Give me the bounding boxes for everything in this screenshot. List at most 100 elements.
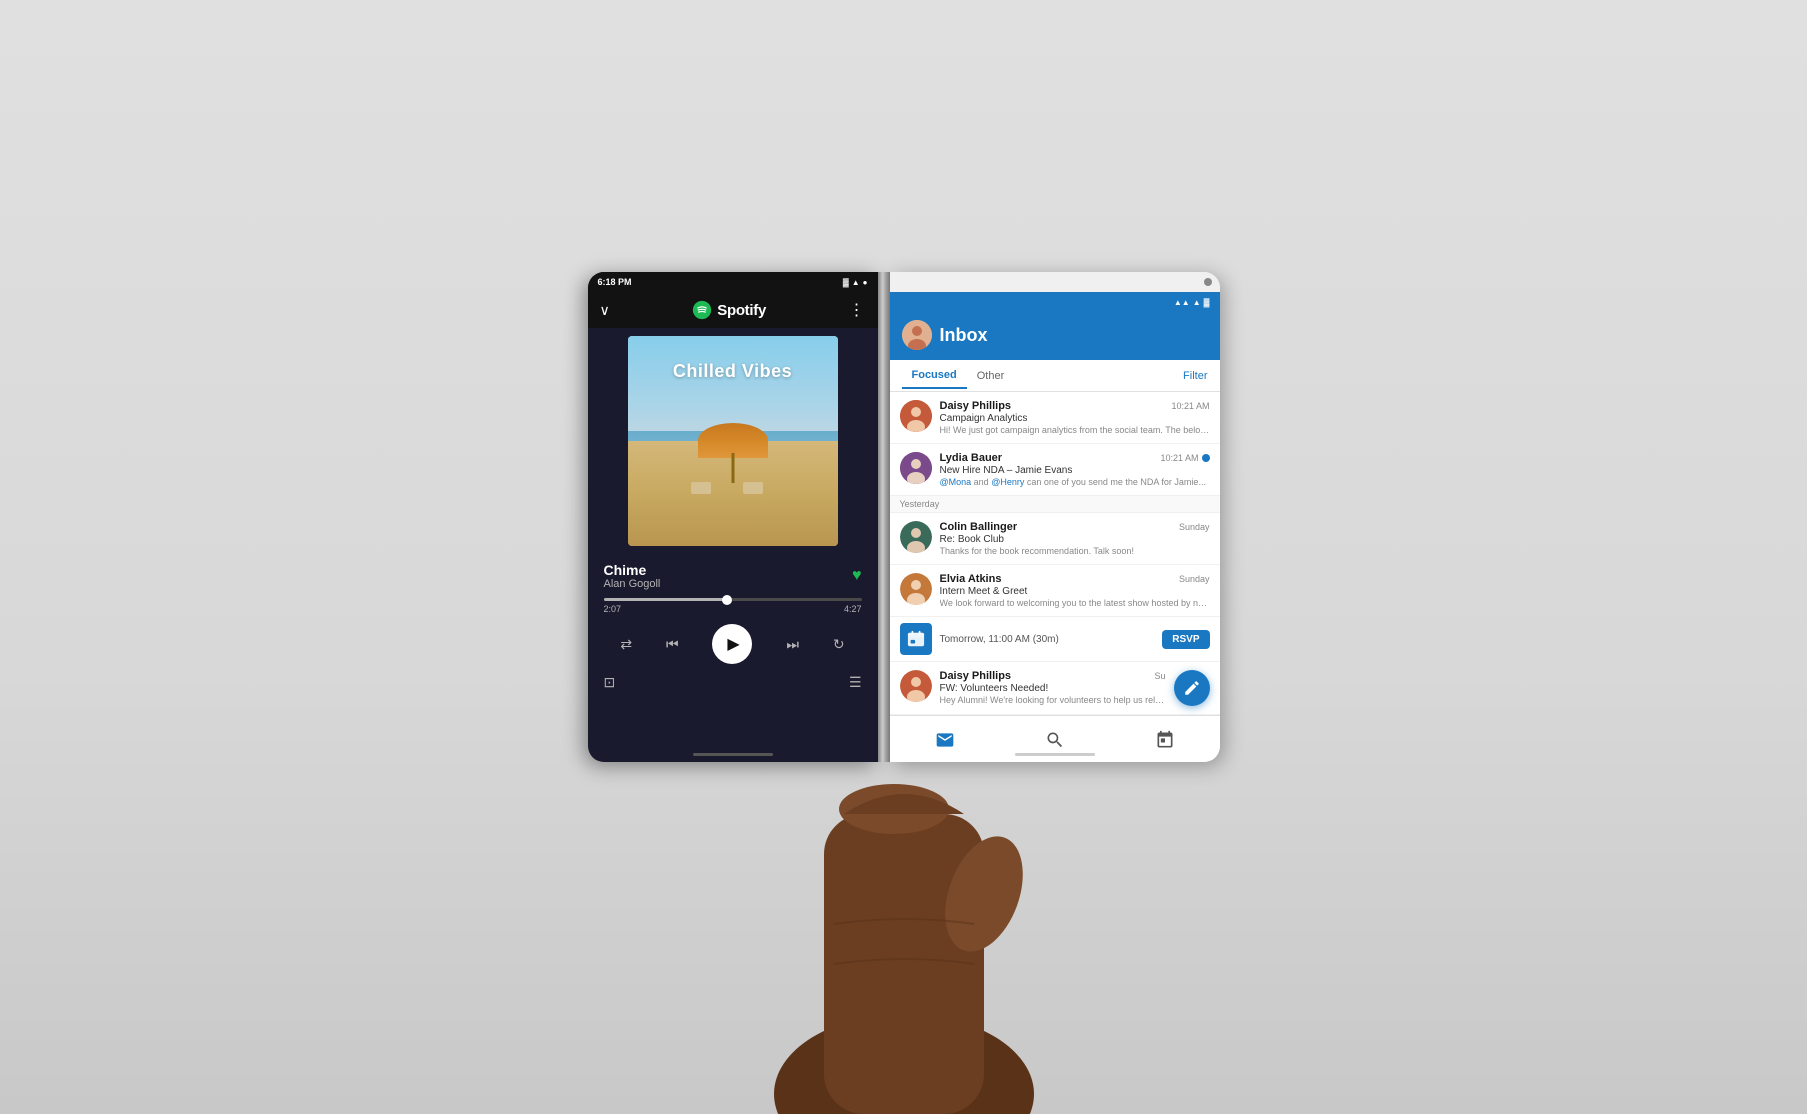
- email-time: Sunday: [1179, 574, 1210, 584]
- email-time: 10:21 AM: [1160, 453, 1209, 463]
- email-content: Colin Ballinger Sunday Re: Book Club Tha…: [940, 521, 1210, 556]
- chevron-down-icon[interactable]: ∨: [600, 302, 610, 319]
- beach-chair-left: [691, 482, 711, 494]
- devices-icon[interactable]: ⊡: [604, 674, 616, 691]
- email-preview: Hey Alumni! We're looking for volunteers…: [940, 695, 1166, 705]
- current-time: 2:07: [604, 604, 622, 614]
- email-avatar: [900, 400, 932, 432]
- inbox-user-avatar[interactable]: [902, 320, 932, 350]
- spotify-logo-text: Spotify: [717, 302, 766, 319]
- status-time: 6:18 PM: [598, 277, 632, 287]
- email-item[interactable]: Elvia Atkins Sunday Intern Meet & Greet …: [890, 565, 1220, 617]
- inbox-title: Inbox: [940, 325, 988, 346]
- email-sender: Lydia Bauer: [940, 452, 1003, 464]
- spotify-menu-icon[interactable]: ⋮: [848, 300, 865, 320]
- email-preview: We look forward to welcoming you to the …: [940, 598, 1210, 608]
- like-button[interactable]: ♥: [852, 567, 862, 585]
- nav-mail[interactable]: [935, 730, 955, 750]
- dual-screen-device: 6:18 PM ▓ ▲ ● ∨ Spotify: [588, 272, 1220, 762]
- email-item[interactable]: Colin Ballinger Sunday Re: Book Club Tha…: [890, 513, 1220, 565]
- email-subject: New Hire NDA – Jamie Evans: [940, 465, 1210, 476]
- progress-fill: [604, 598, 728, 601]
- playback-controls: ⇄ ⏮ ▶ ⏭ ↻: [588, 618, 878, 670]
- email-sender: Colin Ballinger: [940, 521, 1018, 533]
- play-pause-button[interactable]: ▶: [712, 624, 752, 664]
- email-sender: Daisy Phillips: [940, 400, 1012, 412]
- spotify-logo: Spotify: [692, 300, 766, 320]
- filter-button[interactable]: Filter: [1183, 370, 1207, 382]
- spotify-header: ∨ Spotify ⋮: [588, 292, 878, 328]
- compose-icon: [1183, 679, 1201, 697]
- calendar-icon: [900, 623, 932, 655]
- spotify-status-bar: 6:18 PM ▓ ▲ ●: [588, 272, 878, 292]
- progress-times: 2:07 4:27: [604, 604, 862, 614]
- email-preview: Thanks for the book recommendation. Talk…: [940, 546, 1210, 556]
- email-avatar: [900, 521, 932, 553]
- repeat-button[interactable]: ↻: [833, 636, 845, 653]
- progress-scrubber[interactable]: [722, 595, 732, 605]
- email-item[interactable]: Daisy Phillips 10:21 AM Campaign Analyti…: [890, 392, 1220, 444]
- device-hinge: [878, 272, 890, 762]
- inbox-header: Inbox: [890, 312, 1220, 360]
- progress-bar[interactable]: [604, 598, 862, 601]
- tab-focused[interactable]: Focused: [902, 363, 967, 389]
- home-indicator: [1015, 753, 1095, 756]
- queue-icon[interactable]: ☰: [849, 674, 862, 691]
- email-time: Sunday: [1179, 522, 1210, 532]
- wifi-icon: ▲: [852, 278, 860, 287]
- signal-bar-icon: ▲▲: [1174, 298, 1190, 307]
- shuffle-button[interactable]: ⇄: [620, 636, 632, 653]
- rsvp-button[interactable]: RSVP: [1162, 630, 1209, 649]
- track-info: Chime Alan Gogoll ♥: [588, 554, 878, 594]
- outlook-status-icons: ▲▲ ▲ ▓: [1174, 298, 1210, 307]
- signal-icon: ●: [863, 278, 868, 287]
- email-item[interactable]: Daisy Phillips Su FW: Volunteers Needed!…: [890, 662, 1220, 715]
- spotify-logo-icon: [692, 300, 712, 320]
- unread-dot: [1202, 454, 1210, 462]
- email-sender: Elvia Atkins: [940, 573, 1002, 585]
- battery-icon: ▓: [843, 278, 849, 287]
- email-sender: Daisy Phillips: [940, 670, 1012, 682]
- email-subject: Re: Book Club: [940, 534, 1210, 545]
- email-avatar: [900, 670, 932, 702]
- calendar-event-info: Tomorrow, 11:00 AM (30m): [940, 634, 1155, 645]
- nav-calendar[interactable]: [1155, 730, 1175, 750]
- email-time: Su: [1154, 671, 1165, 681]
- calendar-event-item[interactable]: Tomorrow, 11:00 AM (30m) RSVP: [890, 617, 1220, 662]
- compose-button[interactable]: [1174, 670, 1210, 706]
- email-content: Daisy Phillips 10:21 AM Campaign Analyti…: [940, 400, 1210, 435]
- email-list: Daisy Phillips 10:21 AM Campaign Analyti…: [890, 392, 1220, 715]
- email-subject: Campaign Analytics: [940, 413, 1210, 424]
- track-title: Chime: [604, 562, 661, 578]
- home-indicator: [693, 753, 773, 756]
- beach-umbrella: [698, 423, 768, 483]
- camera-dot: [1204, 278, 1212, 286]
- email-avatar: [900, 573, 932, 605]
- email-item[interactable]: Lydia Bauer 10:21 AM New Hire NDA – Jami…: [890, 444, 1220, 496]
- track-artist: Alan Gogoll: [604, 578, 661, 590]
- email-avatar: [900, 452, 932, 484]
- right-screen-outlook: ▲▲ ▲ ▓ Inbox Focused Oth: [890, 272, 1220, 762]
- left-screen-spotify: 6:18 PM ▓ ▲ ● ∨ Spotify: [588, 272, 878, 762]
- wifi-bar-icon: ▲: [1193, 298, 1201, 307]
- right-top-bar: [890, 272, 1220, 292]
- email-content: Daisy Phillips Su FW: Volunteers Needed!…: [940, 670, 1166, 705]
- inbox-tabs: Focused Other Filter: [890, 360, 1220, 392]
- progress-area[interactable]: 2:07 4:27: [588, 594, 878, 618]
- email-subject: Intern Meet & Greet: [940, 586, 1210, 597]
- email-content: Lydia Bauer 10:21 AM New Hire NDA – Jami…: [940, 452, 1210, 487]
- battery-bar-icon: ▓: [1204, 298, 1210, 307]
- nav-search[interactable]: [1045, 730, 1065, 750]
- email-preview: @Mona and @Henry can one of you send me …: [940, 477, 1210, 487]
- album-title-overlay: Chilled Vibes: [628, 361, 838, 382]
- date-separator: Yesterday: [890, 496, 1220, 513]
- email-preview: Hi! We just got campaign analytics from …: [940, 425, 1210, 435]
- prev-button[interactable]: ⏮: [666, 636, 679, 653]
- total-time: 4:27: [844, 604, 862, 614]
- album-art: Chilled Vibes: [628, 336, 838, 546]
- scene: 6:18 PM ▓ ▲ ● ∨ Spotify: [0, 0, 1807, 1114]
- beach-chair-right: [743, 482, 763, 494]
- tab-other[interactable]: Other: [967, 364, 1015, 388]
- email-time: 10:21 AM: [1171, 401, 1209, 411]
- next-button[interactable]: ⏭: [786, 636, 799, 653]
